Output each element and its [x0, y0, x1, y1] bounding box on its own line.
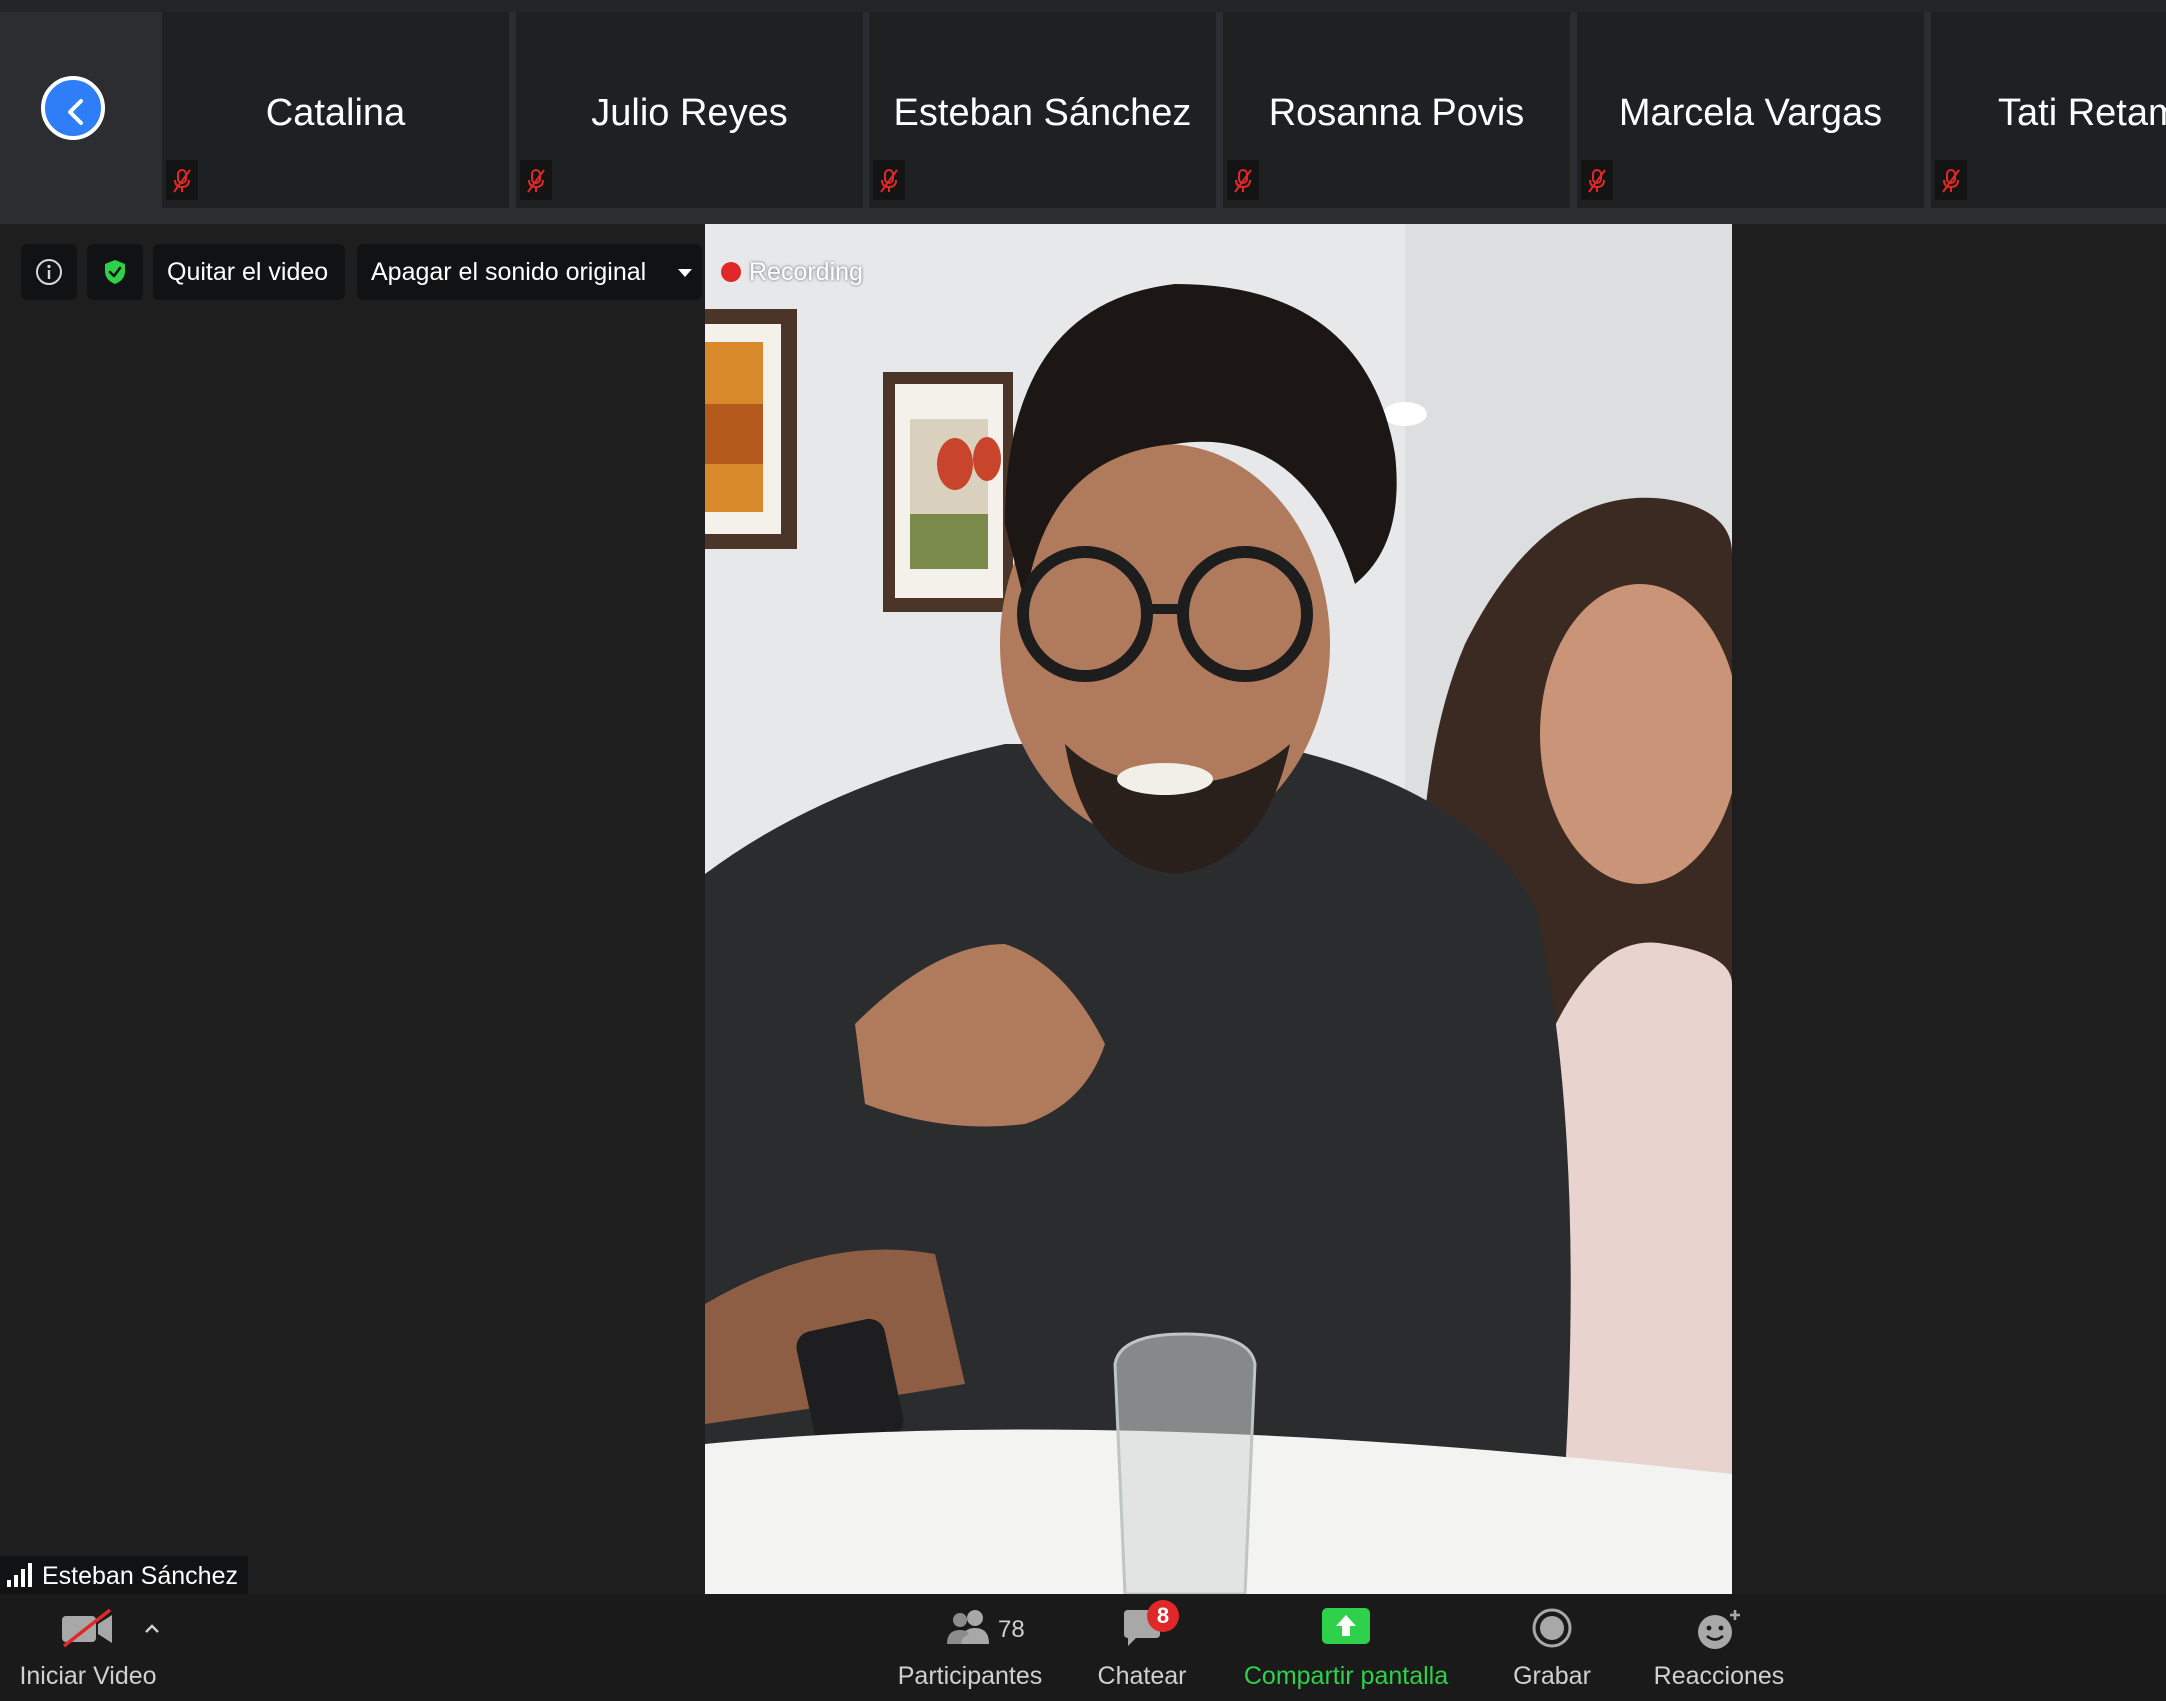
recording-indicator: Recording [721, 258, 863, 287]
reactions-label: Reacciones [1653, 1662, 1785, 1690]
active-speaker-name: Esteban Sánchez [42, 1562, 238, 1590]
emoji-add-icon [1698, 1610, 1740, 1649]
participant-name: Esteban Sánchez [893, 92, 1192, 134]
recording-label: Recording [749, 258, 863, 286]
record-icon [1532, 1608, 1572, 1648]
participant-name: Julio Reyes [591, 92, 788, 134]
chevron-up-icon[interactable] [143, 1622, 161, 1634]
strip-collapse-button[interactable] [41, 76, 105, 140]
active-speaker-name-tag: Esteban Sánchez [0, 1556, 248, 1596]
muted-mic-indicator [873, 160, 905, 200]
muted-mic-indicator [1227, 160, 1259, 200]
participant-tile[interactable]: Catalina [162, 12, 509, 208]
mic-muted-icon [1588, 169, 1606, 193]
chat-button[interactable]: 8 Chatear [1090, 1594, 1194, 1701]
chat-unread-badge: 8 [1147, 1600, 1179, 1632]
reactions-button[interactable]: Reacciones [1646, 1594, 1792, 1701]
participants-icon [947, 1610, 989, 1644]
info-icon [36, 259, 62, 285]
recording-dot-icon [721, 262, 741, 282]
participant-name: Catalina [265, 92, 406, 134]
share-screen-label: Compartir pantalla [1243, 1662, 1449, 1690]
muted-mic-indicator [1581, 160, 1613, 200]
participant-tile[interactable]: Julio Reyes [516, 12, 863, 208]
mic-muted-icon [173, 169, 191, 193]
signal-strength-icon [7, 1563, 32, 1587]
mic-muted-icon [1234, 169, 1252, 193]
caret-down-icon [678, 269, 692, 277]
start-video-label: Iniciar Video [19, 1662, 157, 1690]
mute-original-sound-dropdown[interactable]: Apagar el sonido original [357, 244, 702, 300]
meeting-info-button[interactable] [21, 244, 77, 300]
strip-top-border [0, 0, 2166, 12]
participant-tile[interactable]: Tati Retam [1931, 12, 2166, 208]
start-video-button[interactable]: Iniciar Video [0, 1594, 176, 1701]
participant-name: Rosanna Povis [1268, 92, 1525, 134]
chevron-left-icon [68, 99, 83, 125]
shield-check-icon [105, 260, 125, 284]
meeting-toolbar: Iniciar Video 78 Participantes 8 Chatear [0, 1594, 2166, 1701]
participant-tile[interactable]: Marcela Vargas [1577, 12, 1924, 208]
participant-tile[interactable]: Rosanna Povis [1223, 12, 1570, 208]
record-label: Grabar [1513, 1662, 1591, 1690]
video-off-icon [62, 1608, 112, 1648]
participants-button[interactable]: 78 Participantes [888, 1594, 1052, 1701]
mic-muted-icon [1942, 169, 1960, 193]
share-screen-button[interactable]: Compartir pantalla [1236, 1594, 1456, 1701]
participant-strip: Catalina Julio Reyes Esteban Sánchez Ros… [0, 0, 2166, 224]
zoom-meeting-window: Catalina Julio Reyes Esteban Sánchez Ros… [0, 0, 2166, 1701]
participant-name: Marcela Vargas [1618, 92, 1883, 134]
active-speaker-video: Recording [705, 224, 1732, 1594]
participant-tile[interactable]: Esteban Sánchez [869, 12, 1216, 208]
record-button[interactable]: Grabar [1502, 1594, 1602, 1701]
remove-video-label: Quitar el video [167, 258, 329, 286]
mic-muted-icon [527, 169, 545, 193]
remove-video-button[interactable]: Quitar el video [153, 244, 345, 300]
mic-muted-icon [880, 169, 898, 193]
muted-mic-indicator [166, 160, 198, 200]
video-frame [705, 224, 1732, 1594]
participants-label: Participantes [897, 1662, 1043, 1690]
participants-count: 78 [998, 1616, 1025, 1643]
muted-mic-indicator [520, 160, 552, 200]
mute-original-label: Apagar el sonido original [371, 258, 647, 286]
participant-name: Tati Retam [1998, 92, 2166, 134]
chat-label: Chatear [1097, 1662, 1187, 1690]
muted-mic-indicator [1935, 160, 1967, 200]
security-button[interactable] [87, 244, 143, 300]
share-screen-icon [1322, 1608, 1370, 1644]
